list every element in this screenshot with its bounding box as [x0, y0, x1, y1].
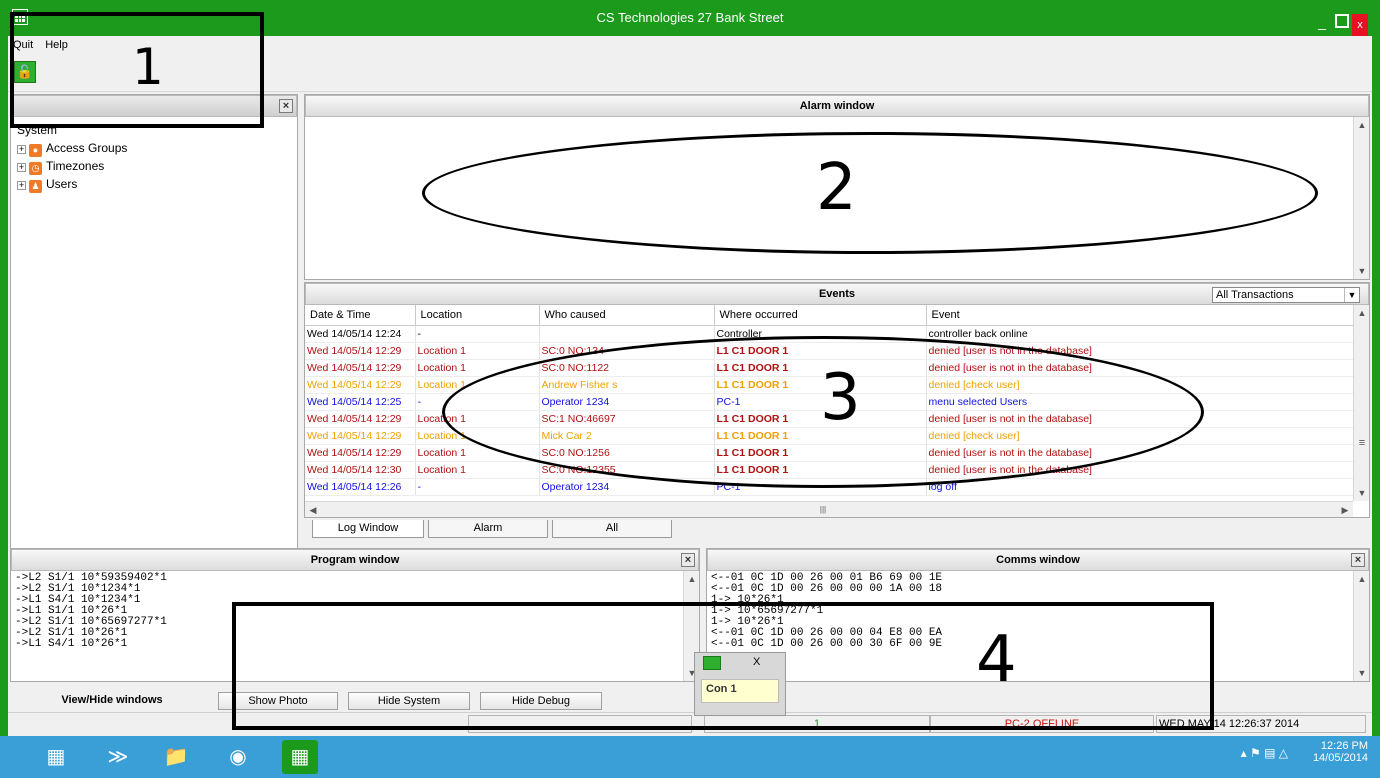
cell-dt: Wed 14/05/14 12:29: [305, 410, 416, 428]
cell-who: [539, 325, 715, 343]
annotation-number: 1: [132, 38, 164, 96]
scroll-left-icon[interactable]: ◀: [305, 502, 321, 518]
scroll-thumb[interactable]: ≡: [1354, 435, 1370, 451]
tree-item-timezones[interactable]: + ◷ Timezones: [17, 157, 291, 175]
column-header[interactable]: Date & Time: [305, 305, 416, 326]
cell-loc: Location 1: [415, 461, 540, 479]
tree-item-users[interactable]: + ♟ Users: [17, 175, 291, 193]
comms-scrollbar[interactable]: ▲ ▼: [1353, 571, 1369, 681]
cell-dt: Wed 14/05/14 12:26: [305, 478, 416, 496]
view-hide-label: View/Hide windows: [61, 694, 163, 706]
tree-item-access-groups[interactable]: + ● Access Groups: [17, 139, 291, 157]
tab-all[interactable]: All: [552, 520, 672, 538]
tab-alarm[interactable]: Alarm: [428, 520, 548, 538]
tab-log-window[interactable]: Log Window: [312, 520, 424, 538]
system-tree: System + ● Access Groups + ◷ Timezones + ♟ Use…: [11, 117, 297, 197]
scroll-up-icon[interactable]: ▲: [1354, 305, 1370, 321]
annotation-number: 3: [820, 361, 861, 435]
scroll-right-icon[interactable]: ▶: [1337, 502, 1353, 518]
close-icon[interactable]: ×: [279, 99, 293, 113]
scroll-up-icon[interactable]: ▲: [684, 571, 700, 587]
events-hscrollbar[interactable]: ◀ ||| ▶: [305, 501, 1353, 517]
user-icon: ♟: [29, 180, 42, 193]
cell-dt: Wed 14/05/14 12:24: [305, 325, 416, 343]
close-icon[interactable]: ×: [681, 553, 695, 567]
cell-dt: Wed 14/05/14 12:29: [305, 427, 416, 445]
clock-date[interactable]: 14/05/2014: [1313, 752, 1368, 764]
cell-loc: Location 1: [415, 342, 540, 360]
log-tabs: Log Window Alarm All: [304, 520, 1370, 544]
cell-dt: Wed 14/05/14 12:29: [305, 444, 416, 462]
cell-dt: Wed 14/05/14 12:29: [305, 359, 416, 377]
column-header[interactable]: Event: [926, 305, 1354, 326]
comms-window-title: Comms window: [996, 554, 1080, 566]
alarm-window-title: Alarm window: [305, 95, 1369, 117]
cell-loc: -: [415, 325, 540, 343]
scroll-down-icon[interactable]: ▼: [1354, 665, 1370, 681]
annotation-number: 2: [816, 151, 857, 225]
cell-event: log off: [926, 478, 1354, 496]
window-controls: _ x: [1312, 14, 1368, 36]
comms-window-header: Comms window ×: [707, 549, 1369, 571]
system-panel: × System + ● Access Groups + ◷ Timezones + ♟ U…: [10, 94, 298, 550]
expand-icon[interactable]: +: [17, 181, 26, 190]
annotation-box-4: [232, 602, 1214, 730]
expand-icon[interactable]: +: [17, 145, 26, 154]
cell-event: controller back online: [926, 325, 1354, 343]
annotation-number: 4: [976, 623, 1017, 697]
annotation-ellipse-2: [422, 132, 1318, 254]
chevron-down-icon[interactable]: ▼: [1344, 288, 1359, 302]
program-window-title: Program window: [310, 554, 400, 566]
scroll-thumb[interactable]: |||: [815, 502, 831, 518]
powershell-icon[interactable]: ≫: [100, 740, 136, 774]
table-header-row: Date & Time Location Who caused Where oc…: [305, 305, 1354, 326]
scroll-down-icon[interactable]: ▼: [1354, 485, 1370, 501]
close-icon[interactable]: ×: [1351, 553, 1365, 567]
tray-icons[interactable]: ▴ ⚑ ▤ △: [1241, 746, 1288, 760]
log-line: <--01 0C 1D 00 26 00 00 00 1A 00 18: [711, 583, 943, 595]
events-vscrollbar[interactable]: ▲ ≡ ▼: [1353, 305, 1369, 501]
filter-value: All Transactions: [1216, 289, 1294, 301]
file-explorer-icon[interactable]: 📁: [158, 740, 194, 774]
server-manager-icon[interactable]: ▦: [38, 740, 74, 774]
tree-item-label: Users: [46, 177, 78, 191]
clock-time[interactable]: 12:26 PM: [1313, 740, 1368, 752]
scroll-up-icon[interactable]: ▲: [1354, 117, 1370, 133]
tree-item-label: Timezones: [46, 159, 105, 173]
cell-dt: Wed 14/05/14 12:25: [305, 393, 416, 411]
chrome-icon[interactable]: ◉: [220, 740, 256, 774]
scroll-up-icon[interactable]: ▲: [1354, 571, 1370, 587]
program-window-header: Program window ×: [11, 549, 699, 571]
cell-dt: Wed 14/05/14 12:29: [305, 376, 416, 394]
close-button[interactable]: x: [1352, 14, 1368, 36]
expand-icon[interactable]: +: [17, 163, 26, 172]
scroll-down-icon[interactable]: ▼: [1354, 263, 1370, 279]
app-grid-icon[interactable]: ▦: [282, 740, 318, 774]
system-tray: ▴ ⚑ ▤ △ 12:26 PM 14/05/2014: [1241, 740, 1368, 764]
taskbar: ▦ ≫ 📁 ◉ ▦ ▴ ⚑ ▤ △ 12:26 PM 14/05/2014: [0, 736, 1380, 778]
cell-loc: -: [415, 478, 540, 496]
transaction-filter-select[interactable]: All Transactions ▼: [1212, 287, 1360, 303]
alarm-scrollbar[interactable]: ▲ ▼: [1353, 117, 1369, 279]
column-header[interactable]: Where occurred: [714, 305, 927, 326]
tree-item-label: Access Groups: [46, 141, 128, 155]
column-header[interactable]: Location: [415, 305, 540, 326]
column-header[interactable]: Who caused: [539, 305, 715, 326]
events-header: Events All Transactions ▼: [305, 283, 1369, 305]
cell-dt: Wed 14/05/14 12:29: [305, 342, 416, 360]
cell-dt: Wed 14/05/14 12:30: [305, 461, 416, 479]
minimize-button[interactable]: _: [1318, 14, 1326, 30]
restore-icon[interactable]: [1334, 14, 1349, 28]
events-title: Events: [818, 288, 856, 300]
clock-icon: ◷: [29, 162, 42, 175]
group-icon: ●: [29, 144, 42, 157]
